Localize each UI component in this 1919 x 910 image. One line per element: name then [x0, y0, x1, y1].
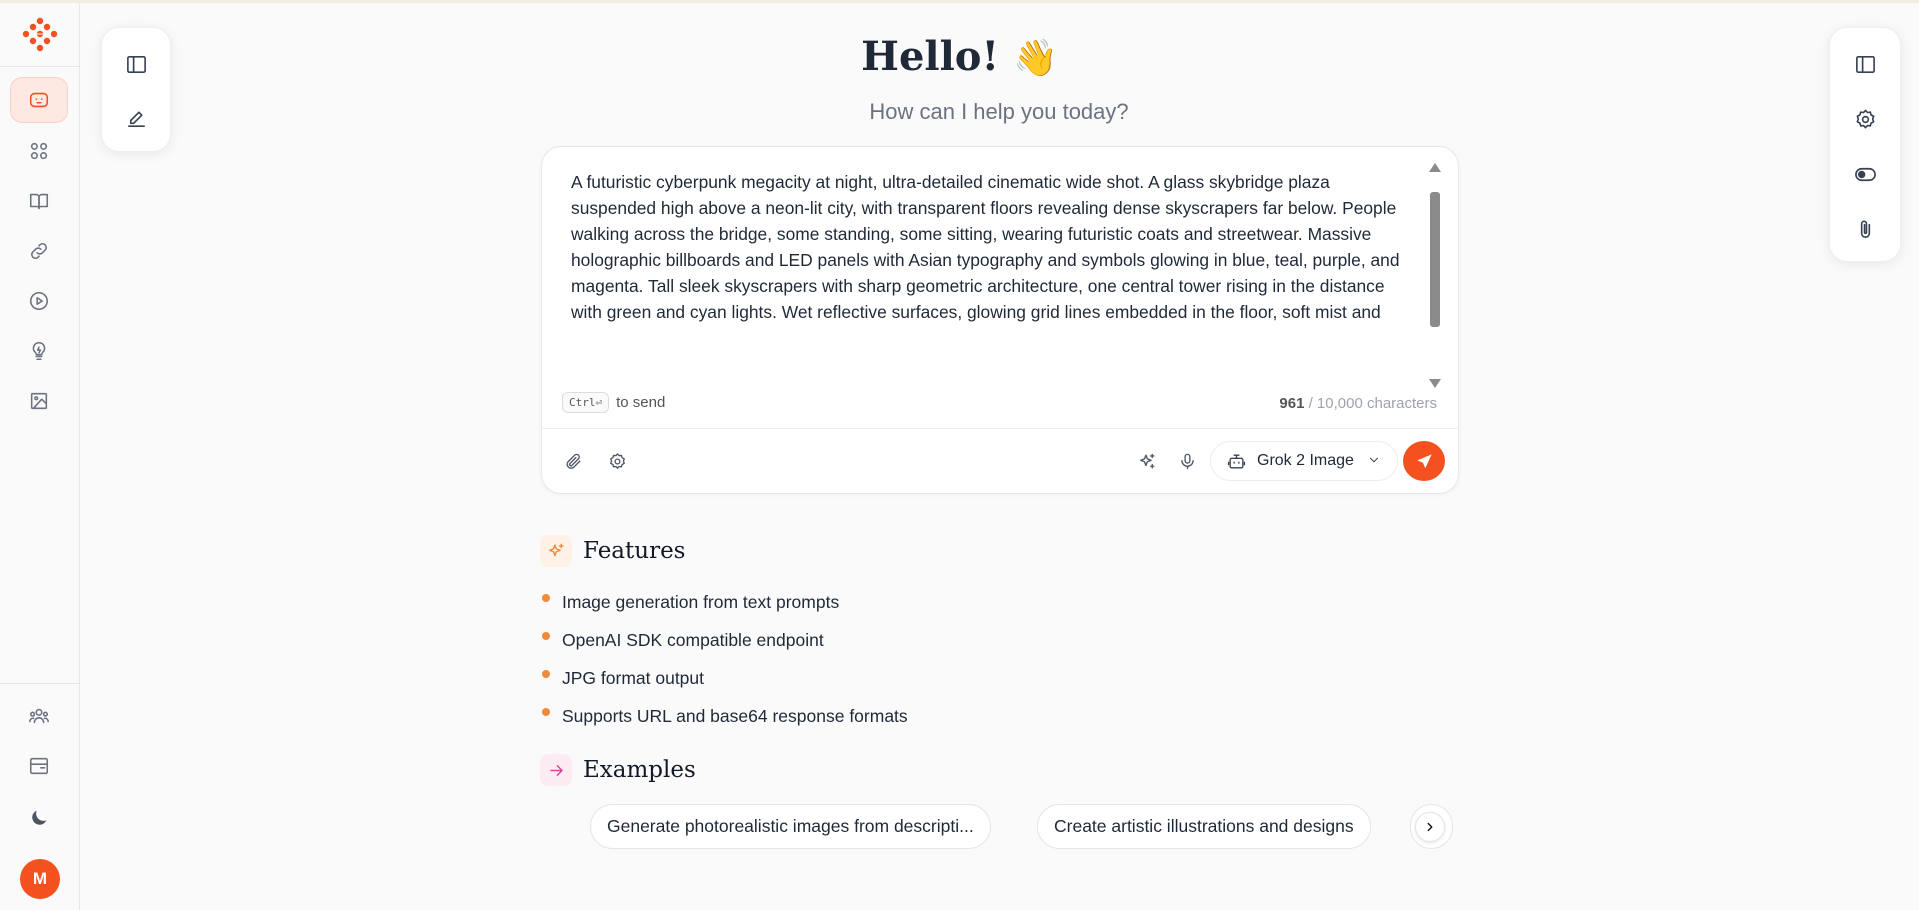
sidebar-item-links[interactable]	[10, 228, 68, 274]
scroll-up-arrow-icon[interactable]	[1429, 163, 1441, 172]
greeting-text: Hello!	[861, 33, 1000, 80]
microphone-icon	[1180, 453, 1194, 469]
sidebar-item-ideas[interactable]	[10, 328, 68, 374]
scrollbar-thumb[interactable]	[1430, 192, 1440, 327]
features-title: Features	[583, 538, 686, 564]
list-item: Supports URL and base64 response formats	[542, 697, 908, 735]
example-chip[interactable]: Create artistic illustrations and design…	[1037, 804, 1371, 849]
robot-icon	[1227, 453, 1246, 469]
theme-toggle[interactable]	[10, 795, 68, 841]
composer-settings-button[interactable]	[602, 446, 632, 476]
model-selector[interactable]: Grok 2 Image	[1210, 441, 1398, 481]
features-list: Image generation from text prompts OpenA…	[542, 583, 908, 735]
examples-title: Examples	[583, 757, 696, 783]
left-sidebar: M	[0, 3, 80, 910]
bullet-dot	[542, 708, 550, 716]
feature-text: OpenAI SDK compatible endpoint	[562, 629, 824, 650]
examples-carousel: Generate photorealistic images from desc…	[590, 804, 1458, 850]
paperclip-icon	[1860, 220, 1870, 238]
examples-header: Examples	[540, 754, 696, 786]
sidebar-item-images[interactable]	[10, 378, 68, 424]
book-icon	[29, 193, 49, 210]
feature-text: Supports URL and base64 response formats	[562, 705, 908, 726]
feature-text: JPG format output	[562, 667, 705, 688]
sidebar-item-apps[interactable]	[10, 128, 68, 174]
prompt-textarea[interactable]: A futuristic cyberpunk megacity at night…	[571, 169, 1413, 331]
sidebar-item-team[interactable]	[10, 693, 68, 739]
prompt-composer: A futuristic cyberpunk megacity at night…	[541, 146, 1459, 494]
toggle-button[interactable]	[1847, 156, 1883, 192]
lightbulb-icon	[32, 341, 46, 361]
features-header: Features	[540, 535, 686, 567]
char-count: 961	[1279, 395, 1305, 412]
attachments-button[interactable]	[1847, 211, 1883, 247]
character-counter: 961 / 10,000 characters	[1279, 395, 1437, 412]
send-button[interactable]	[1403, 441, 1445, 481]
voice-input-button[interactable]	[1172, 446, 1202, 476]
composer-divider	[542, 428, 1458, 429]
shortcut-key: Ctrl⏎	[562, 392, 610, 413]
sparkles-icon	[1139, 453, 1155, 469]
list-item: JPG format output	[542, 659, 908, 697]
sidebar-item-video[interactable]	[10, 278, 68, 324]
list-item: Image generation from text prompts	[542, 583, 908, 621]
attach-file-button[interactable]	[558, 446, 588, 476]
toggle-icon	[1854, 167, 1876, 181]
sidebar-item-billing[interactable]	[10, 743, 68, 789]
list-item: OpenAI SDK compatible endpoint	[542, 621, 908, 659]
chevron-down-icon	[1370, 457, 1378, 463]
page-title: Hello! 👋	[0, 33, 1919, 80]
examples-icon-badge	[540, 754, 572, 786]
play-circle-icon	[29, 291, 49, 311]
send-shortcut-hint: Ctrl⏎ to send	[562, 392, 665, 413]
sidebar-divider	[0, 683, 79, 684]
link-icon	[31, 243, 47, 259]
apps-grid-icon	[30, 142, 48, 160]
paperclip-icon	[566, 453, 581, 469]
avatar[interactable]: M	[20, 859, 60, 899]
users-icon	[29, 708, 49, 724]
bullet-dot	[542, 670, 550, 678]
bullet-dot	[542, 594, 550, 602]
page-subtitle: How can I help you today?	[869, 99, 1129, 124]
feature-text: Image generation from text prompts	[562, 591, 840, 612]
send-icon	[1416, 453, 1432, 468]
example-chip[interactable]: Generate photorealistic images from desc…	[590, 804, 991, 849]
bullet-dot	[542, 632, 550, 640]
enhance-prompt-button[interactable]	[1132, 446, 1162, 476]
features-icon-badge	[540, 535, 572, 567]
settings-icon	[609, 452, 625, 469]
wave-emoji: 👋	[1012, 37, 1058, 79]
wallet-icon	[29, 757, 49, 775]
shortcut-label: to send	[616, 394, 666, 411]
sparkles-icon	[548, 543, 564, 556]
char-limit: / 10,000 characters	[1304, 395, 1437, 412]
arrow-right-icon	[549, 764, 563, 776]
image-icon	[30, 392, 48, 410]
moon-icon	[32, 810, 47, 825]
scroll-down-arrow-icon[interactable]	[1429, 379, 1441, 388]
chevron-right-icon	[1427, 822, 1433, 832]
model-name: Grok 2 Image	[1257, 452, 1354, 469]
textarea-scrollbar[interactable]	[1427, 159, 1443, 388]
sidebar-item-docs[interactable]	[10, 178, 68, 224]
carousel-next-button[interactable]	[1415, 812, 1445, 842]
